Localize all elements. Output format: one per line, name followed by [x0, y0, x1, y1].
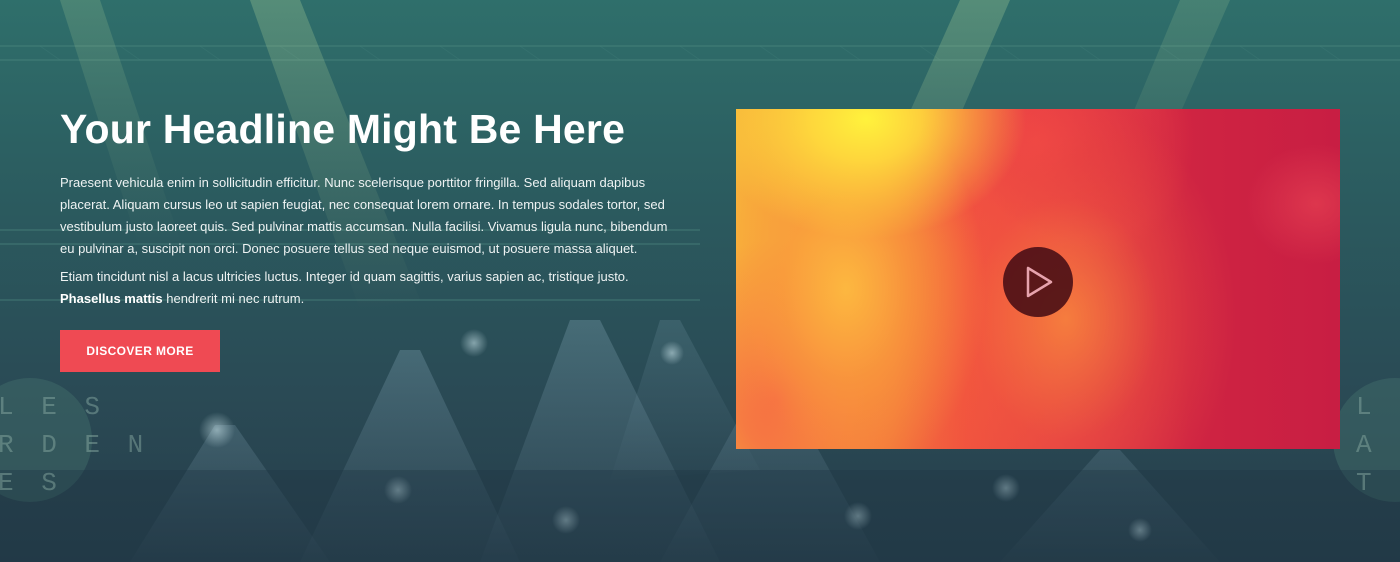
- signage-right: L E A R D E T E: [1356, 388, 1400, 502]
- signage-line: T E: [1356, 468, 1400, 498]
- hero-description-secondary: Etiam tincidunt nisl a lacus ultricies l…: [60, 266, 670, 310]
- signage-line: A R D E: [1356, 430, 1400, 460]
- hero-section: L E S R D E N E S L E A R D E T E Your H…: [0, 0, 1400, 562]
- description-emphasis: Phasellus mattis: [60, 291, 163, 306]
- page-title: Your Headline Might Be Here: [60, 106, 626, 152]
- signage-line: R D E N: [0, 430, 150, 460]
- hero-content: Your Headline Might Be Here Praesent veh…: [60, 100, 670, 372]
- signage-line: E S: [0, 468, 63, 498]
- description-text: Etiam tincidunt nisl a lacus ultricies l…: [60, 269, 629, 284]
- discover-more-button[interactable]: DISCOVER MORE: [60, 330, 220, 372]
- description-tail: hendrerit mi nec rutrum.: [166, 291, 305, 306]
- video-player[interactable]: [736, 109, 1340, 449]
- hero-description: Praesent vehicula enim in sollicitudin e…: [60, 175, 668, 256]
- signage-line: L E: [1356, 392, 1400, 422]
- signage-left: L E S R D E N E S: [0, 388, 149, 502]
- play-button[interactable]: [1003, 247, 1073, 317]
- signage-line: L E S: [0, 392, 107, 422]
- play-icon: [1026, 266, 1053, 298]
